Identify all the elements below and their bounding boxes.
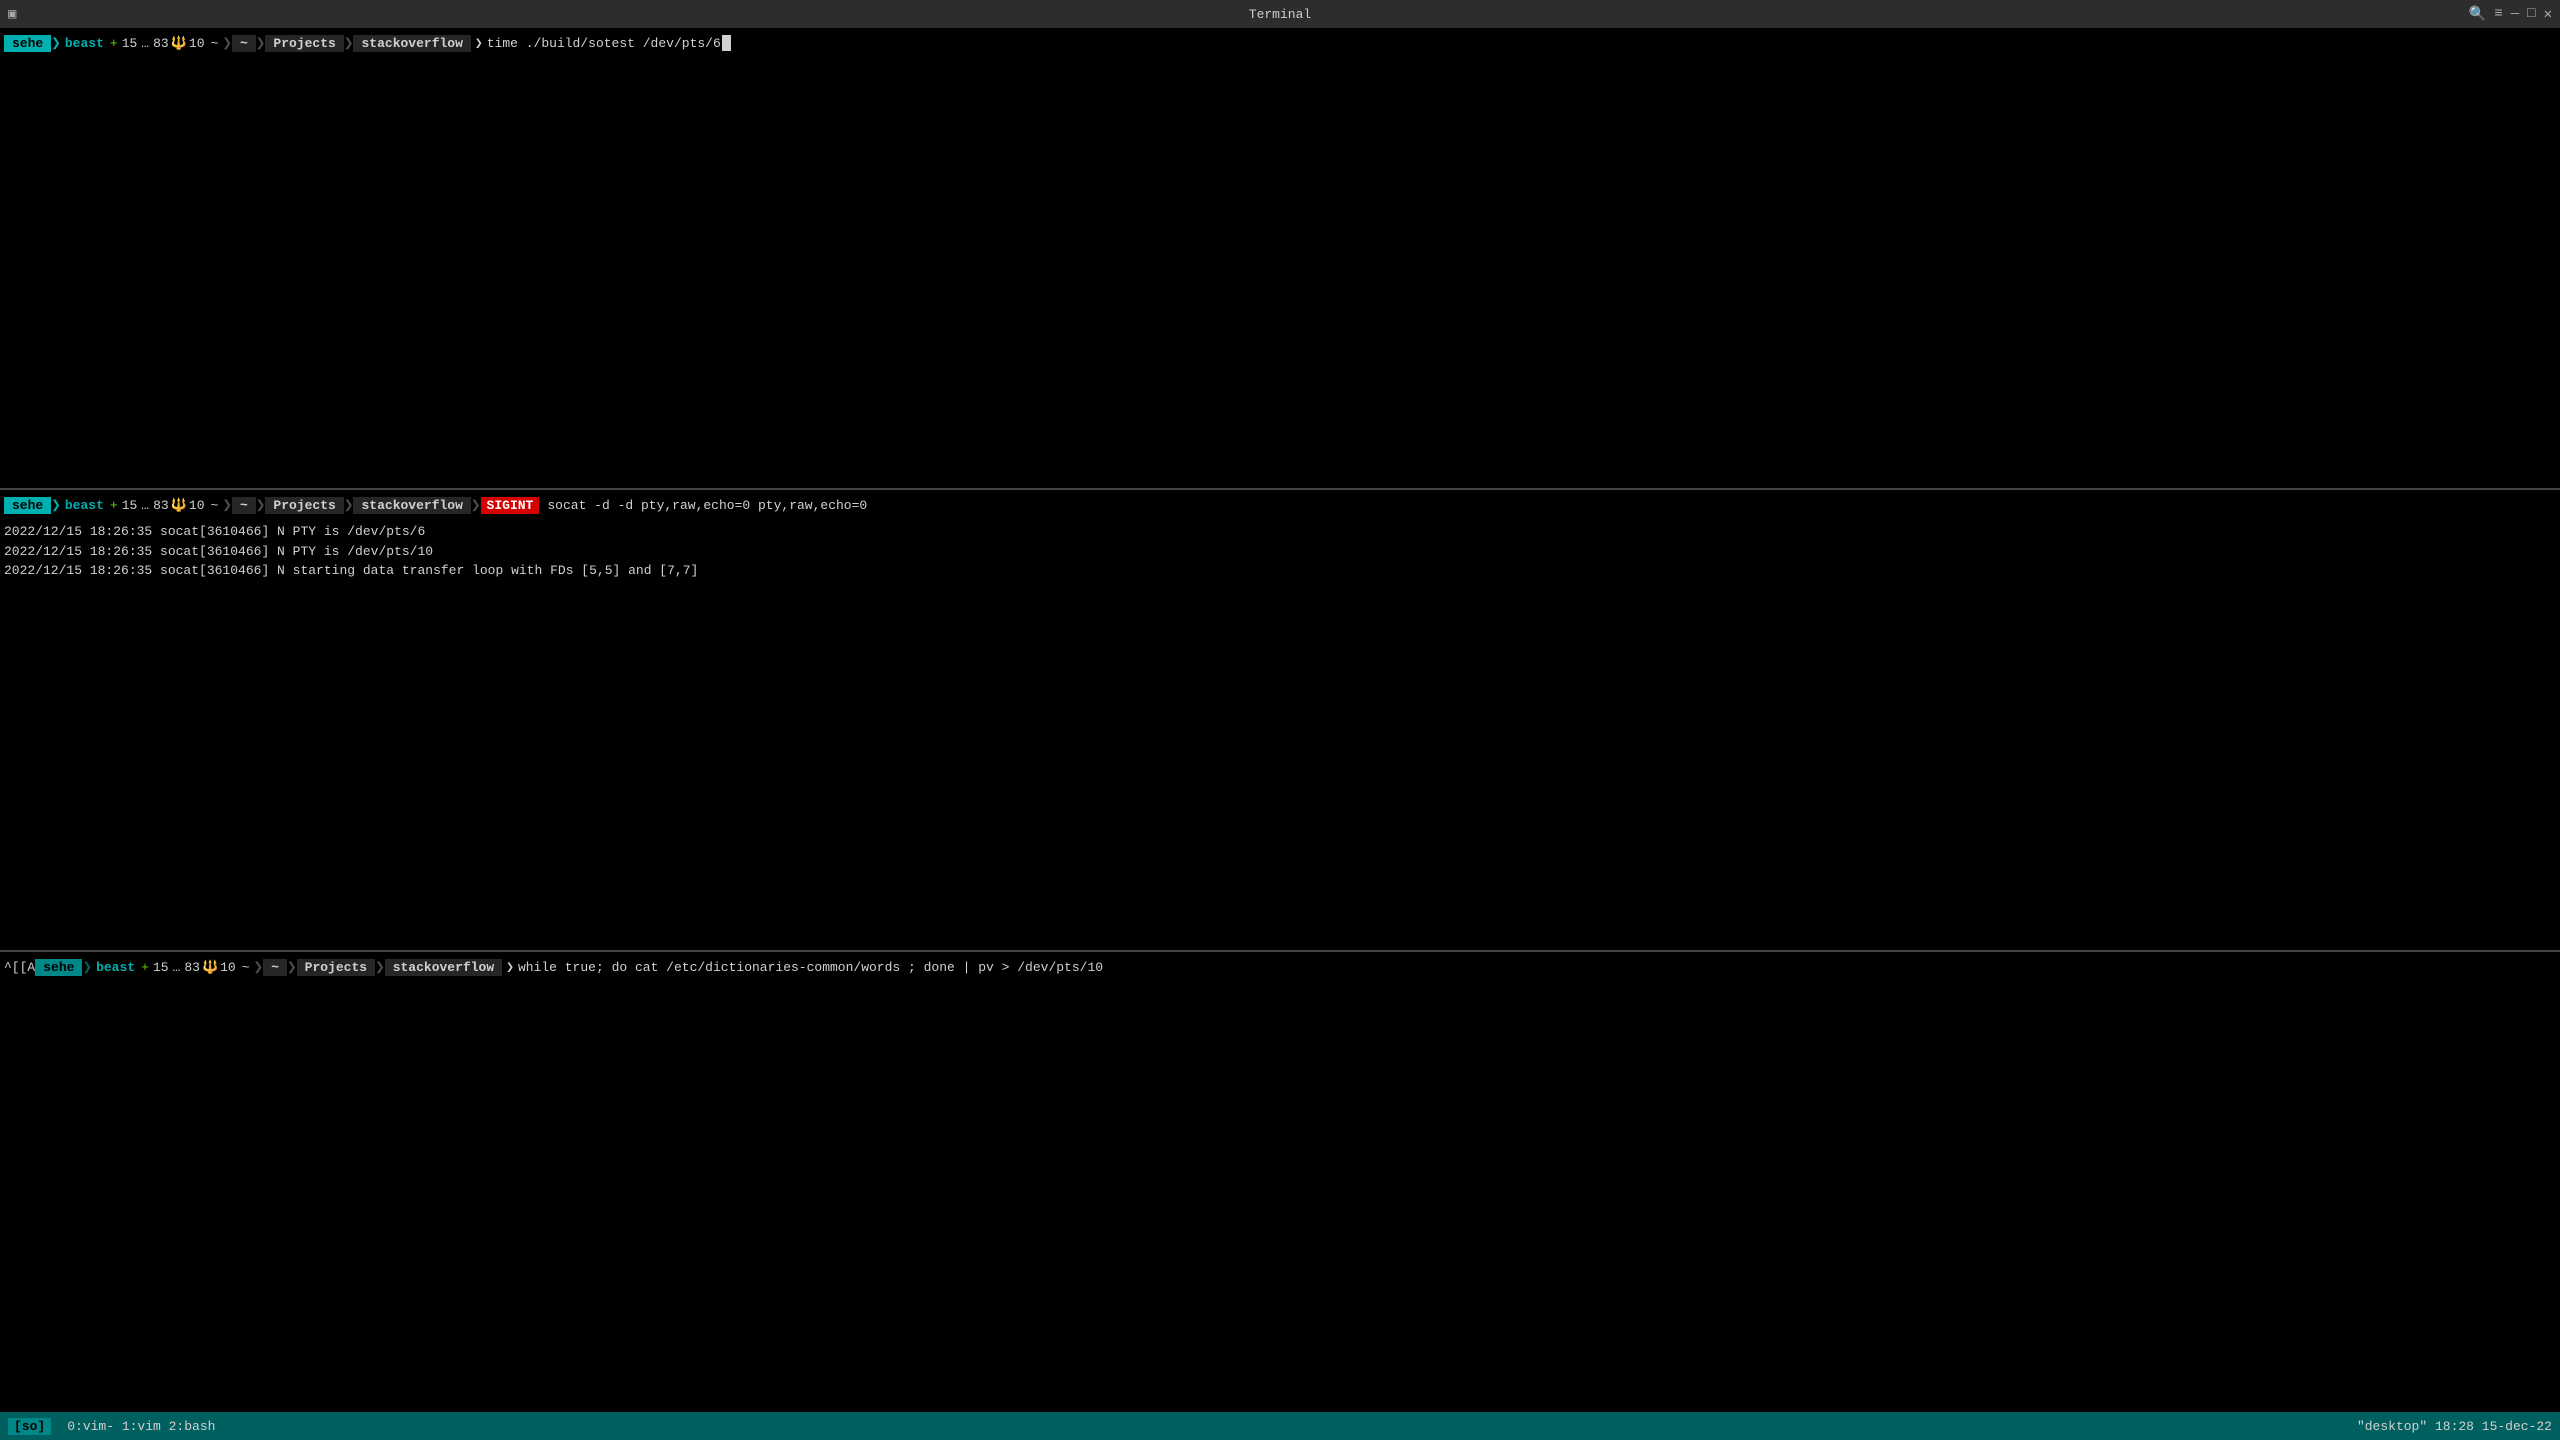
status-left: [so] 0:vim- 1:vim 2:bash xyxy=(8,1418,215,1435)
tilde-separator-1: ~ xyxy=(207,36,223,51)
git-dots-3: … xyxy=(171,960,183,975)
prompt-line-1[interactable]: sehe ❯ beast + 15 … 83 🔱 10 ~ ❯ ~ ❯ Proj… xyxy=(0,28,2560,58)
path-projects-1: Projects xyxy=(265,35,343,52)
command-1: time ./build/sotest /dev/pts/6 xyxy=(487,36,721,51)
branch-icon-1: 🔱 xyxy=(171,36,187,51)
git-icon-1: + xyxy=(108,36,120,51)
title-bar-left: ▣ xyxy=(8,6,16,23)
path-arrow-2b: ❯ xyxy=(256,495,266,515)
branch-icon-3: 🔱 xyxy=(202,960,218,975)
git-icon-3: + xyxy=(139,960,151,975)
path-arrow-1a: ❯ xyxy=(222,33,232,53)
path-tilde-1: ~ xyxy=(232,35,256,52)
user-badge-3: sehe xyxy=(35,959,82,976)
host-badge-2: beast xyxy=(61,498,108,513)
path-arrow-3c: ❯ xyxy=(375,957,385,977)
command-2: socat -d -d pty,raw,echo=0 pty,raw,echo=… xyxy=(547,498,867,513)
arrow-3: ❯ xyxy=(82,957,92,977)
menu-icon[interactable]: ≡ xyxy=(2494,6,2502,22)
branch-icon-2: 🔱 xyxy=(171,498,187,513)
prompt-dollar-3: ❯ xyxy=(502,960,518,975)
tilde-separator-3: ~ xyxy=(238,960,254,975)
pane-3-content xyxy=(0,982,2560,986)
status-bar: [so] 0:vim- 1:vim 2:bash "desktop" 18:28… xyxy=(0,1412,2560,1440)
log-line-3: 2022/12/15 18:26:35 socat[3610466] N sta… xyxy=(4,561,2556,581)
path-tilde-3: ~ xyxy=(263,959,287,976)
git-num3-2: 10 xyxy=(187,498,207,513)
terminal-pane-3: ^[[A sehe ❯ beast + 15 … 83 🔱 10 ~ ❯ ~ ❯… xyxy=(0,952,2560,1412)
maximize-icon[interactable]: □ xyxy=(2527,6,2535,22)
title-bar-title: Terminal xyxy=(1249,7,1311,22)
path-stackoverflow-3: stackoverflow xyxy=(385,959,502,976)
arrow-1: ❯ xyxy=(51,33,61,53)
prompt-line-2[interactable]: sehe ❯ beast + 15 … 83 🔱 10 ~ ❯ ~ ❯ Proj… xyxy=(0,490,2560,520)
path-projects-3: Projects xyxy=(297,959,375,976)
log-line-2: 2022/12/15 18:26:35 socat[3610466] N PTY… xyxy=(4,542,2556,562)
host-badge-1: beast xyxy=(61,36,108,51)
git-num1-1: 15 xyxy=(120,36,140,51)
path-stackoverflow-2: stackoverflow xyxy=(353,497,470,514)
path-arrow-2d: ❯ xyxy=(471,495,481,515)
command-3: while true; do cat /etc/dictionaries-com… xyxy=(518,960,1103,975)
minimize-icon[interactable]: — xyxy=(2511,6,2519,22)
path-arrow-3b: ❯ xyxy=(287,957,297,977)
tilde-separator-2: ~ xyxy=(207,498,223,513)
search-icon[interactable]: 🔍 xyxy=(2469,6,2486,23)
ctrl-a-sequence: ^[[A xyxy=(4,960,35,975)
path-stackoverflow-1: stackoverflow xyxy=(353,35,470,52)
git-num3-3: 10 xyxy=(218,960,238,975)
path-arrow-1b: ❯ xyxy=(256,33,266,53)
log-line-1: 2022/12/15 18:26:35 socat[3610466] N PTY… xyxy=(4,522,2556,542)
pane-1-content xyxy=(0,58,2560,62)
host-badge-3: beast xyxy=(92,960,139,975)
git-icon-2: + xyxy=(108,498,120,513)
pane-2-content: 2022/12/15 18:26:35 socat[3610466] N PTY… xyxy=(0,520,2560,583)
close-icon[interactable]: ✕ xyxy=(2544,6,2552,23)
path-arrow-2a: ❯ xyxy=(222,495,232,515)
git-num1-2: 15 xyxy=(120,498,140,513)
tab-list: 0:vim- 1:vim 2:bash xyxy=(67,1419,215,1434)
path-tilde-2: ~ xyxy=(232,497,256,514)
path-projects-2: Projects xyxy=(265,497,343,514)
git-num3-1: 10 xyxy=(187,36,207,51)
git-dots-1: … xyxy=(139,36,151,51)
git-num2-3: 83 xyxy=(182,960,202,975)
prompt-line-3[interactable]: ^[[A sehe ❯ beast + 15 … 83 🔱 10 ~ ❯ ~ ❯… xyxy=(0,952,2560,982)
path-arrow-3a: ❯ xyxy=(254,957,264,977)
terminal-icon: ▣ xyxy=(8,6,16,23)
git-num2-2: 83 xyxy=(151,498,171,513)
prompt-dollar-1: ❯ xyxy=(471,36,487,51)
terminal-pane-2: sehe ❯ beast + 15 … 83 🔱 10 ~ ❯ ~ ❯ Proj… xyxy=(0,490,2560,950)
user-badge-2: sehe xyxy=(4,497,51,514)
cursor-1 xyxy=(722,35,731,51)
status-right: "desktop" 18:28 15-dec-22 xyxy=(2357,1419,2552,1434)
path-arrow-1c: ❯ xyxy=(344,33,354,53)
terminal-pane-1: sehe ❯ beast + 15 … 83 🔱 10 ~ ❯ ~ ❯ Proj… xyxy=(0,28,2560,488)
sigint-badge: SIGINT xyxy=(481,497,540,514)
vim-mode-badge: [so] xyxy=(8,1418,51,1435)
title-bar: ▣ Terminal 🔍 ≡ — □ ✕ xyxy=(0,0,2560,28)
title-bar-controls: 🔍 ≡ — □ ✕ xyxy=(2469,6,2552,23)
git-num1-3: 15 xyxy=(151,960,171,975)
git-dots-2: … xyxy=(139,498,151,513)
path-arrow-2c: ❯ xyxy=(344,495,354,515)
arrow-2: ❯ xyxy=(51,495,61,515)
git-num2-1: 83 xyxy=(151,36,171,51)
user-badge-1: sehe xyxy=(4,35,51,52)
